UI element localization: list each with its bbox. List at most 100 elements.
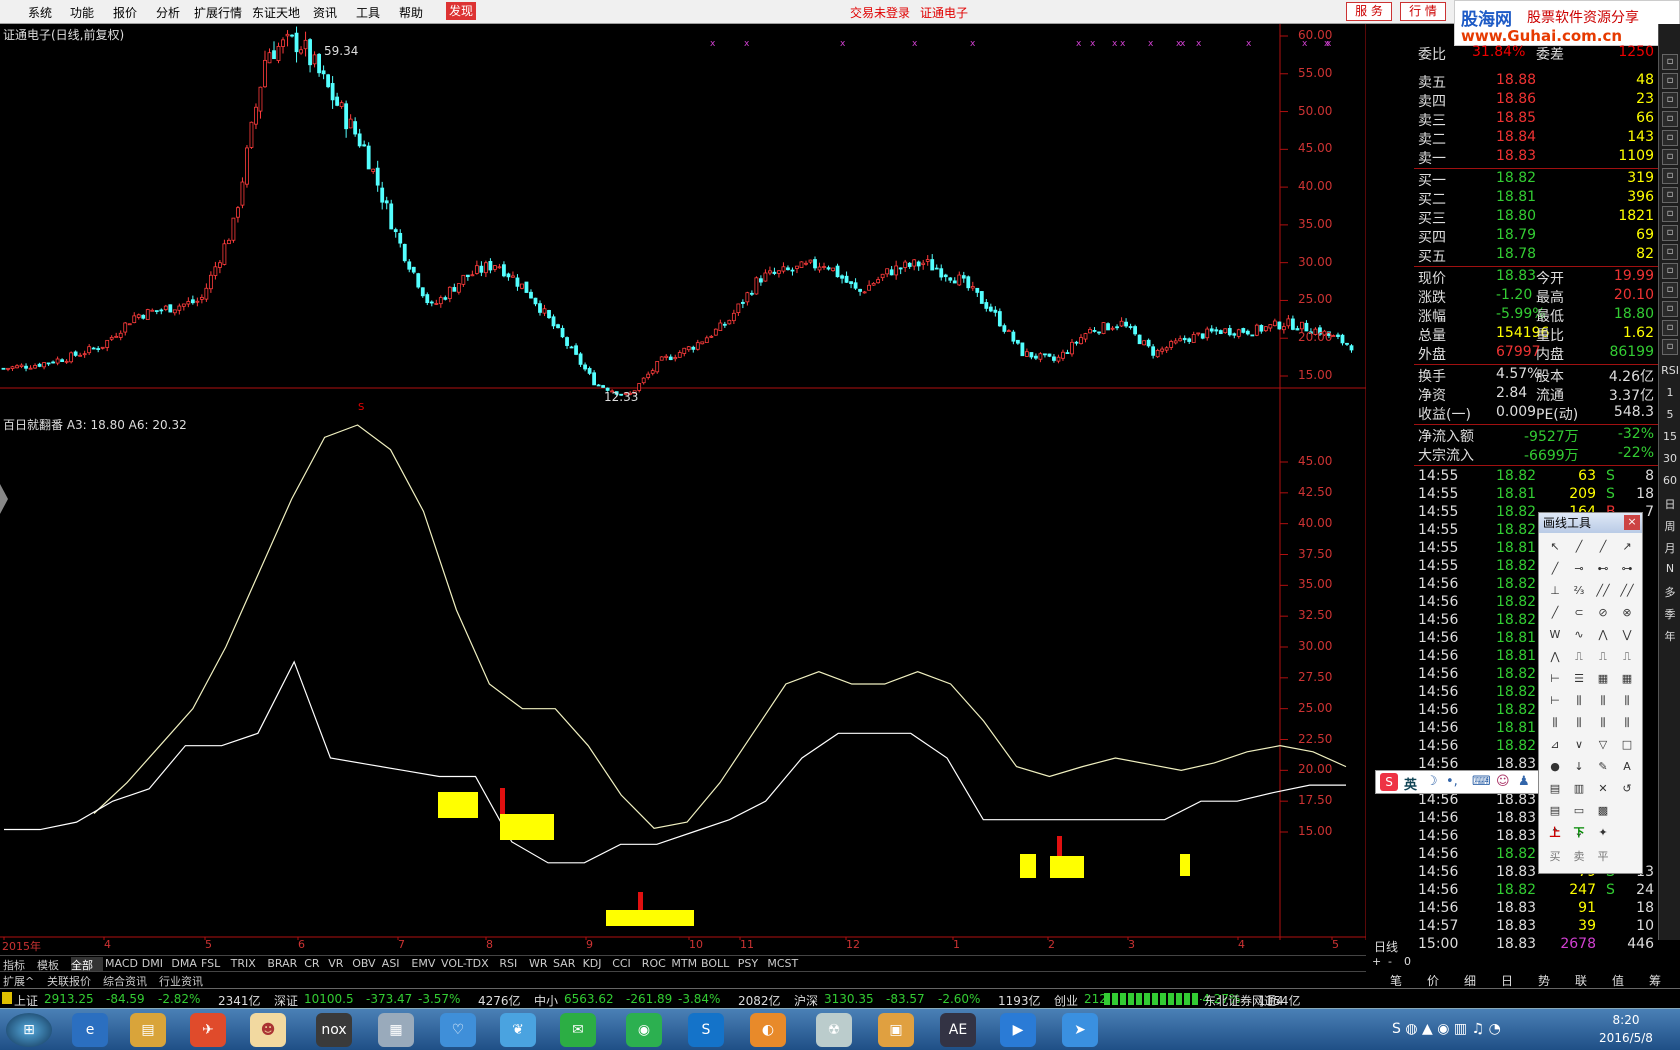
quote-tab[interactable]: 价	[1427, 972, 1439, 989]
indicator-tab-vol-tdx[interactable]: VOL-TDX	[441, 957, 497, 970]
menu-news[interactable]: 资讯	[313, 4, 337, 21]
capital-flow-row[interactable]: 净流入额 -9527万 -32%	[1414, 426, 1658, 445]
side-tool-多[interactable]: 多	[1661, 584, 1679, 600]
chart-nav-button[interactable]: +	[1372, 955, 1381, 968]
indicator-tab-kdj[interactable]: KDJ	[583, 957, 611, 970]
menu-dongzheng[interactable]: 东证天地	[252, 4, 300, 21]
order-book-sell-row[interactable]: 卖三 18.85 66	[1414, 110, 1658, 129]
menu-tools[interactable]: 工具	[356, 4, 380, 21]
period-label[interactable]: 日线	[1374, 938, 1398, 955]
drawing-tool-icon[interactable]: ⊥	[1545, 581, 1565, 601]
side-tool-icon[interactable]: ▫	[1662, 92, 1678, 108]
side-tool-icon[interactable]: ▫	[1662, 244, 1678, 260]
drawing-tool-icon[interactable]: ⊿	[1545, 735, 1565, 755]
file-explorer-icon[interactable]: ▤	[130, 1013, 166, 1047]
order-book-sell-row[interactable]: 卖二 18.84 143	[1414, 129, 1658, 148]
user-icon[interactable]: ☺	[1496, 774, 1510, 789]
ime-toolbar[interactable]: S 英 ☽ •, ⌨ ☺ ♟ ✎	[1375, 770, 1559, 794]
drawing-tool-icon[interactable]: ⊢	[1545, 691, 1565, 711]
tick-row[interactable]: 14:57 18.83 39 10	[1414, 918, 1658, 937]
drawing-tool-icon[interactable]: A	[1617, 757, 1637, 777]
ae-icon[interactable]: AE	[940, 1013, 976, 1047]
side-tool-icon[interactable]: ▫	[1662, 225, 1678, 241]
drawing-tool-icon[interactable]	[1617, 801, 1637, 821]
info-tab[interactable]: 综合资讯	[103, 973, 157, 989]
app-icon-heart[interactable]: ♡	[440, 1013, 476, 1047]
drawing-tool-icon[interactable]: ↺	[1617, 779, 1637, 799]
drawing-tool-icon[interactable]: ⫼	[1617, 691, 1637, 711]
stat-row[interactable]: 涨跌 -1.20 最高 20.10	[1414, 287, 1658, 306]
chart-nav-button[interactable]: 0	[1404, 955, 1411, 968]
indicator-tab-wr[interactable]: WR	[529, 957, 551, 970]
commission-ratio-row[interactable]: 委比 31.84% 委差 1250	[1414, 44, 1658, 63]
side-tool-icon[interactable]: ▫	[1662, 339, 1678, 355]
drawing-tool-icon[interactable]: ⋁	[1617, 625, 1637, 645]
drawing-tool-icon[interactable]: ⫼	[1617, 713, 1637, 733]
market-button[interactable]: 行 情	[1400, 2, 1446, 21]
tick-row[interactable]: 14:55 18.81 209 S 18	[1414, 486, 1658, 505]
side-tool-年[interactable]: 年	[1661, 628, 1679, 644]
drawing-tool-window[interactable]: 画线工具 × ↖ ╱ ╱ ↗ ╱ ⊸ ⊷ ⊶ ⊥ ⅔ ╱╱ ╱╱ ╱ ⊂ ⊘ ⊗ W ∿ ⋀ ⋁ ⋀ ⎍ ⎍ ⎍ ⊢ ☰ ▦ ▦ ⊢ ⫼ ⫼…	[1538, 512, 1643, 874]
chart-canvas[interactable]: x x x x x x x x x x xx x x x xx	[0, 24, 1366, 940]
side-tool-icon[interactable]: ▫	[1662, 54, 1678, 70]
stat-row[interactable]: 涨幅 -5.99% 最低 18.80	[1414, 306, 1658, 325]
tick-row[interactable]: 14:55 18.82 63 S 8	[1414, 468, 1658, 487]
quote-tab[interactable]: 势	[1538, 972, 1550, 989]
side-tool-30[interactable]: 30	[1661, 452, 1679, 465]
drawing-tool-icon[interactable]: ╱╱	[1617, 581, 1637, 601]
side-tool-icon[interactable]: ▫	[1662, 111, 1678, 127]
drawing-tool-icon[interactable]: ⊘	[1593, 603, 1613, 623]
indicator-tab-emv[interactable]: EMV	[411, 957, 439, 970]
wechat-icon[interactable]: ✉	[560, 1013, 596, 1047]
calculator-icon[interactable]: ▦	[378, 1013, 414, 1047]
indicator-tab-mcst[interactable]: MCST	[767, 957, 802, 970]
drawing-tool-icon[interactable]: ▦	[1593, 669, 1613, 689]
side-tool-60[interactable]: 60	[1661, 474, 1679, 487]
order-book-buy-row[interactable]: 买二 18.81 396	[1414, 189, 1658, 208]
order-book-sell-row[interactable]: 卖五 18.88 48	[1414, 72, 1658, 91]
side-tool-icon[interactable]: ▫	[1662, 130, 1678, 146]
side-tool-月[interactable]: 月	[1661, 540, 1679, 556]
app-icon-blue-s[interactable]: S	[688, 1013, 724, 1047]
chart-nav-button[interactable]: -	[1388, 955, 1392, 968]
side-tool-icon[interactable]: ▫	[1662, 206, 1678, 222]
quote-tab[interactable]: 细	[1464, 972, 1476, 989]
order-book-buy-row[interactable]: 买一 18.82 319	[1414, 170, 1658, 189]
nox-icon[interactable]: nox	[316, 1013, 352, 1047]
indicator-tab-obv[interactable]: OBV	[352, 957, 380, 970]
draw-up-label[interactable]: 上	[1545, 823, 1565, 843]
info-tab[interactable]: 关联报价	[47, 973, 101, 989]
drawing-tool-icon[interactable]: ⋀	[1545, 647, 1565, 667]
indicator-tab-asi[interactable]: ASI	[382, 957, 410, 970]
drawing-tool-icon[interactable]: ▥	[1569, 779, 1589, 799]
drawing-tool-icon[interactable]: ⊂	[1569, 603, 1589, 623]
indicator-tab-cr[interactable]: CR	[304, 957, 326, 970]
indicator-tab-vr[interactable]: VR	[328, 957, 350, 970]
drawing-tool-icon[interactable]: ▦	[1617, 669, 1637, 689]
side-tool-icon[interactable]: ▫	[1662, 168, 1678, 184]
draw-down-label[interactable]: 下	[1569, 823, 1589, 843]
drawing-tool-icon[interactable]: ╱	[1569, 537, 1589, 557]
app-icon-box[interactable]: ▣	[878, 1013, 914, 1047]
moon-icon[interactable]: ☽	[1426, 774, 1438, 789]
app-icon-green[interactable]: ◉	[626, 1013, 662, 1047]
app-icon-robot[interactable]: ☢	[816, 1013, 852, 1047]
draw-trade-2[interactable]: 平	[1593, 847, 1613, 867]
drawing-tool-icon[interactable]: ⊷	[1593, 559, 1613, 579]
shirt-icon[interactable]: ♟	[1518, 774, 1530, 789]
indicator-tab-dma[interactable]: DMA	[171, 957, 199, 970]
drawing-tool-icon[interactable]: ☰	[1569, 669, 1589, 689]
drawing-tool-icon[interactable]: ⊸	[1569, 559, 1589, 579]
close-icon[interactable]: ×	[1624, 515, 1640, 530]
side-tool-icon[interactable]: ▫	[1662, 282, 1678, 298]
order-book-sell-row[interactable]: 卖一 18.83 1109	[1414, 148, 1658, 167]
indicator-tab-brar[interactable]: BRAR	[267, 957, 302, 970]
order-book-buy-row[interactable]: 买五 18.78 82	[1414, 246, 1658, 265]
quote-tab[interactable]: 笔	[1390, 972, 1402, 989]
indicator-tab-fsl[interactable]: FSL	[201, 957, 229, 970]
kline-chart-area[interactable]: xxxxxxxxxxxxxxxxx 证通电子(日线,前复权) 59.34 12.…	[0, 24, 1398, 954]
info-tab[interactable]: 行业资讯	[159, 973, 213, 989]
drawing-tool-icon[interactable]: ▽	[1593, 735, 1613, 755]
side-tool-icon[interactable]: ▫	[1662, 187, 1678, 203]
draw-trade-1[interactable]: 卖	[1569, 847, 1589, 867]
